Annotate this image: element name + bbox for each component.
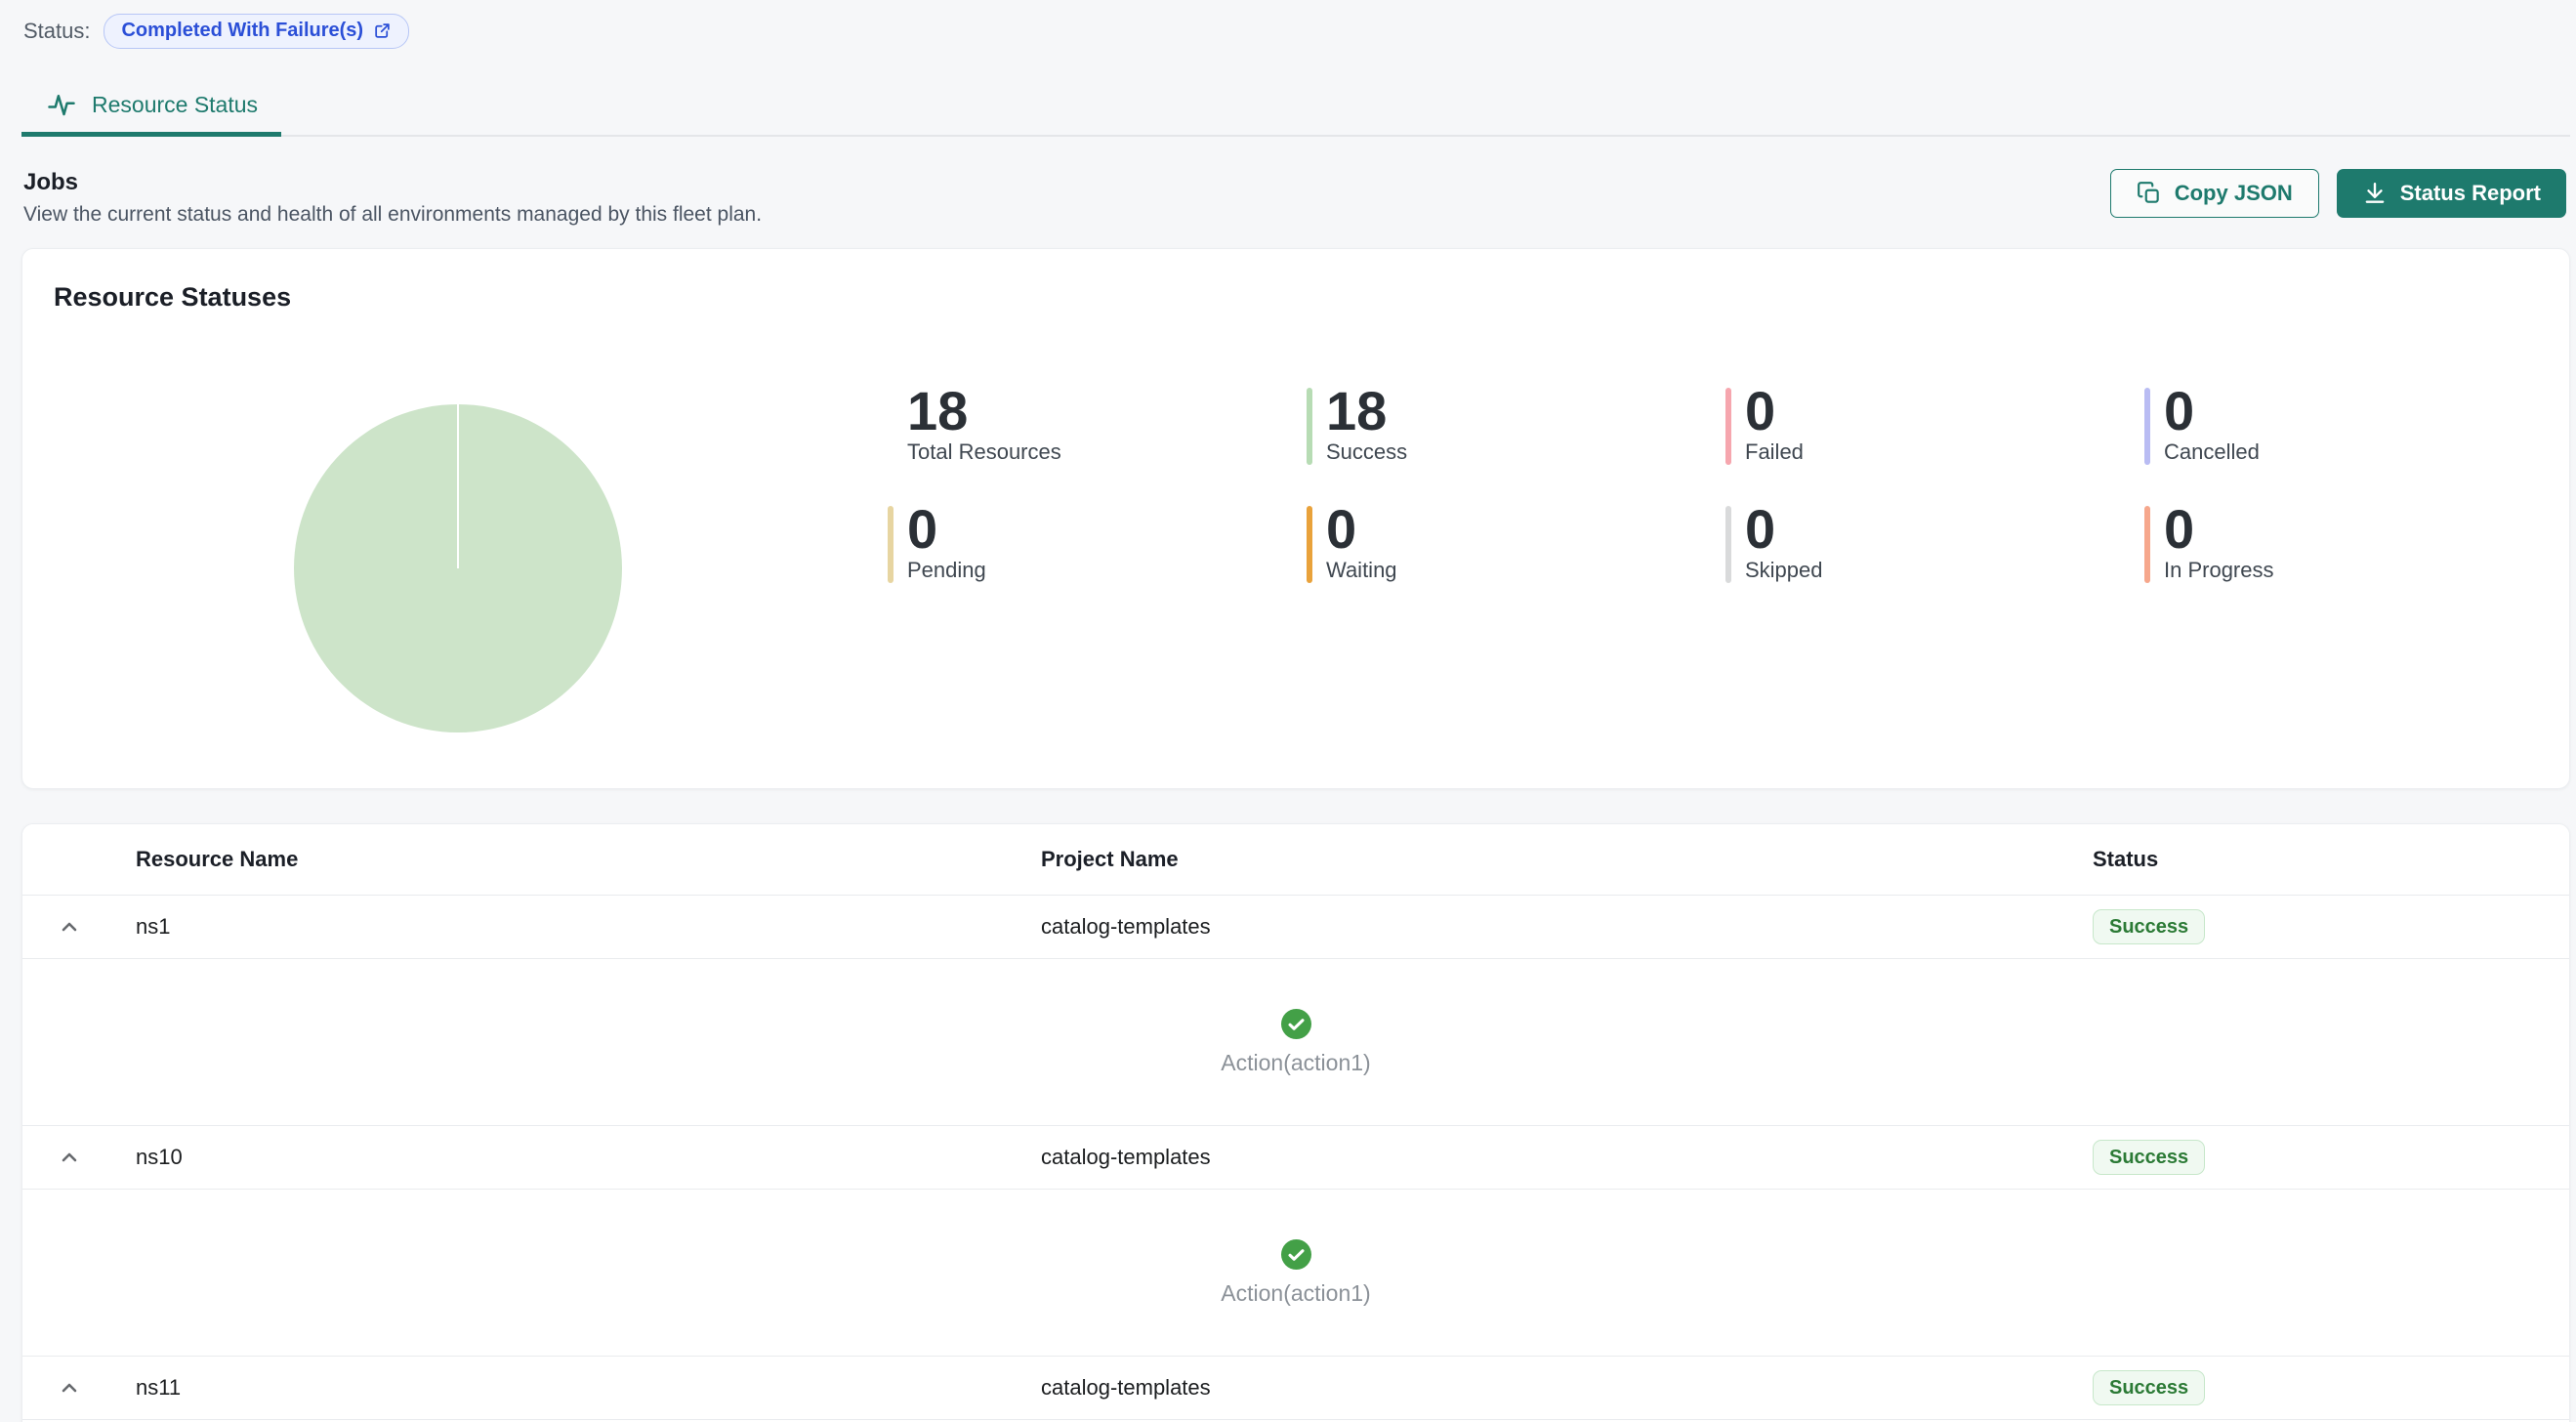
resources-table: Resource Name Project Name Status ns1 ca… — [21, 823, 2570, 1422]
jobs-header: Jobs View the current status and health … — [23, 169, 762, 227]
project-name-cell: catalog-templates — [1041, 1375, 2093, 1401]
status-label: Status: — [23, 19, 90, 44]
stat-value: 0 — [1326, 506, 1397, 553]
stat-accent-bar — [1307, 388, 1312, 465]
stat-value: 0 — [2164, 388, 2260, 435]
stat-label: Success — [1326, 439, 1407, 465]
stat-label: Cancelled — [2164, 439, 2260, 465]
table-row[interactable]: ns1 catalog-templates Success — [22, 896, 2569, 959]
status-report-label: Status Report — [2400, 181, 2541, 206]
status-badge-success: Success — [2093, 909, 2205, 944]
stat-label: Skipped — [1745, 558, 1823, 583]
resource-statuses-card: Resource Statuses 18 Total Resources 18 … — [21, 248, 2570, 789]
stat-accent-bar — [1725, 506, 1731, 583]
status-line: Status: Completed With Failure(s) — [0, 0, 2576, 49]
stat-value: 0 — [907, 506, 986, 553]
status-badge-success: Success — [2093, 1140, 2205, 1175]
copy-icon — [2137, 181, 2162, 206]
column-header-resource-name: Resource Name — [136, 847, 1041, 872]
pie-chart — [294, 404, 622, 732]
column-header-status: Status — [2093, 847, 2569, 872]
status-badge[interactable]: Completed With Failure(s) — [104, 14, 409, 49]
toolbar-actions: Copy JSON Status Report — [2110, 169, 2566, 218]
expanded-row: Action(action1) — [22, 959, 2569, 1126]
check-circle-icon — [1281, 1009, 1311, 1039]
stat-value: 0 — [1745, 506, 1823, 553]
stat-label: Pending — [907, 558, 986, 583]
collapse-toggle[interactable] — [58, 1376, 81, 1400]
tab-resource-status[interactable]: Resource Status — [21, 84, 281, 137]
card-title: Resource Statuses — [54, 282, 291, 313]
stat-value: 0 — [1745, 388, 1804, 435]
page-head: Jobs View the current status and health … — [23, 169, 2566, 227]
copy-json-label: Copy JSON — [2175, 181, 2293, 206]
stat-pending: 0 Pending — [888, 506, 1307, 583]
table-header: Resource Name Project Name Status — [22, 824, 2569, 896]
stat-accent-bar — [888, 388, 893, 465]
status-report-button[interactable]: Status Report — [2337, 169, 2566, 218]
column-header-project-name: Project Name — [1041, 847, 2093, 872]
table-row[interactable]: ns11 catalog-templates Success — [22, 1357, 2569, 1420]
resource-name-cell: ns11 — [136, 1375, 1041, 1401]
stat-accent-bar — [1307, 506, 1312, 583]
stat-value: 0 — [2164, 506, 2274, 553]
stat-total-resources: 18 Total Resources — [888, 388, 1307, 465]
status-badge-success: Success — [2093, 1370, 2205, 1405]
collapse-toggle[interactable] — [58, 915, 81, 939]
action-label: Action(action1) — [1221, 1050, 1370, 1076]
project-name-cell: catalog-templates — [1041, 1145, 2093, 1170]
stat-accent-bar — [888, 506, 893, 583]
stat-waiting: 0 Waiting — [1307, 506, 1725, 583]
stat-label: Waiting — [1326, 558, 1397, 583]
jobs-title: Jobs — [23, 169, 762, 196]
stat-label: Total Resources — [907, 439, 1061, 465]
stat-label: In Progress — [2164, 558, 2274, 583]
stat-accent-bar — [2144, 506, 2150, 583]
stat-failed: 0 Failed — [1725, 388, 2144, 465]
stat-in-progress: 0 In Progress — [2144, 506, 2563, 583]
stat-skipped: 0 Skipped — [1725, 506, 2144, 583]
chevron-up-icon — [58, 1388, 81, 1402]
stats-grid: 18 Total Resources 18 Success 0 Failed 0… — [888, 388, 2563, 583]
stat-value: 18 — [1326, 388, 1407, 435]
stat-cancelled: 0 Cancelled — [2144, 388, 2563, 465]
action-label: Action(action1) — [1221, 1280, 1370, 1307]
resource-name-cell: ns10 — [136, 1145, 1041, 1170]
chevron-up-icon — [58, 927, 81, 941]
stat-label: Failed — [1745, 439, 1804, 465]
check-circle-icon — [1281, 1239, 1311, 1270]
expanded-row: Action(action1) — [22, 1190, 2569, 1357]
tab-label: Resource Status — [92, 92, 258, 118]
copy-json-button[interactable]: Copy JSON — [2110, 169, 2319, 218]
status-badge-label: Completed With Failure(s) — [121, 20, 363, 42]
download-icon — [2362, 181, 2388, 206]
collapse-toggle[interactable] — [58, 1146, 81, 1169]
activity-icon — [47, 90, 76, 119]
stat-value: 18 — [907, 388, 1061, 435]
stat-success: 18 Success — [1307, 388, 1725, 465]
resource-name-cell: ns1 — [136, 914, 1041, 940]
chevron-up-icon — [58, 1157, 81, 1172]
stat-accent-bar — [1725, 388, 1731, 465]
project-name-cell: catalog-templates — [1041, 914, 2093, 940]
tab-bar: Resource Status — [21, 84, 2570, 137]
external-link-icon — [373, 21, 392, 40]
jobs-description: View the current status and health of al… — [23, 203, 762, 227]
table-row[interactable]: ns10 catalog-templates Success — [22, 1126, 2569, 1190]
stat-accent-bar — [2144, 388, 2150, 465]
